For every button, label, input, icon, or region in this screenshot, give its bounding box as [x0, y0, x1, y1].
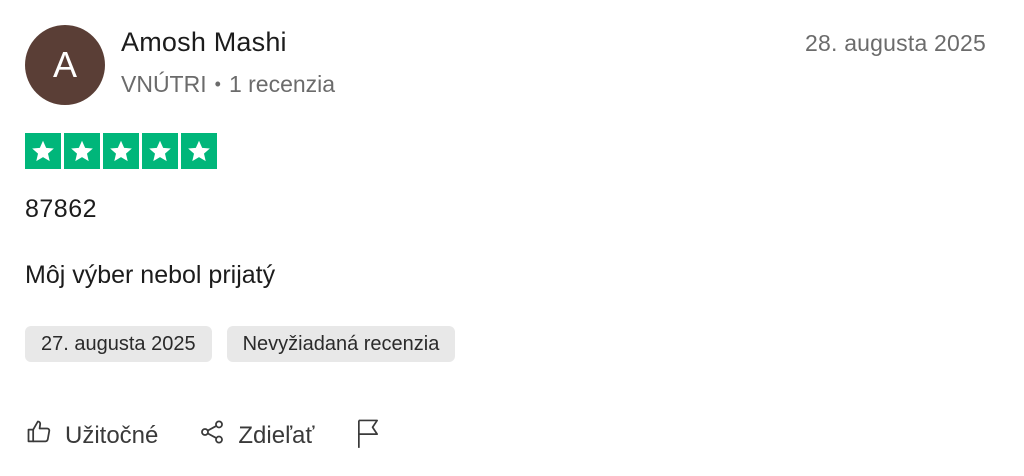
- reviewer-meta: VNÚTRI • 1 recenzia: [121, 71, 335, 98]
- reviewer-country: VNÚTRI: [121, 71, 207, 97]
- share-label: Zdieľať: [238, 421, 315, 449]
- thumbs-up-icon: [25, 418, 53, 453]
- review-text: Môj výber nebol prijatý: [25, 261, 276, 289]
- review-title: 87862: [25, 195, 98, 223]
- experience-date-tag: 27. augusta 2025: [25, 326, 212, 362]
- star-icon: [64, 133, 100, 169]
- avatar-initial: A: [52, 44, 77, 85]
- review-actions: Užitočné Zdieľať: [25, 417, 382, 454]
- star-rating: [25, 133, 217, 169]
- reviewer-name[interactable]: Amosh Mashi: [121, 27, 287, 58]
- report-button[interactable]: [354, 417, 382, 454]
- avatar[interactable]: A: [25, 25, 105, 105]
- review-date: 28. augusta 2025: [805, 30, 986, 56]
- share-icon: [198, 418, 226, 453]
- review-tags: 27. augusta 2025 Nevyžiadaná recenzia: [25, 326, 456, 362]
- unprompted-review-tag[interactable]: Nevyžiadaná recenzia: [226, 326, 456, 362]
- flag-icon: [354, 417, 382, 454]
- review-count: 1 recenzia: [228, 71, 336, 97]
- review-card: A Amosh Mashi VNÚTRI • 1 recenzia 28. au…: [0, 0, 1024, 476]
- useful-label: Užitočné: [65, 421, 159, 449]
- star-icon: [103, 133, 139, 169]
- star-icon: [25, 133, 61, 169]
- meta-separator: •: [214, 74, 221, 94]
- useful-button[interactable]: Užitočné: [25, 418, 158, 453]
- share-button[interactable]: Zdieľať: [198, 418, 314, 453]
- star-icon: [142, 133, 178, 169]
- star-icon: [181, 133, 217, 169]
